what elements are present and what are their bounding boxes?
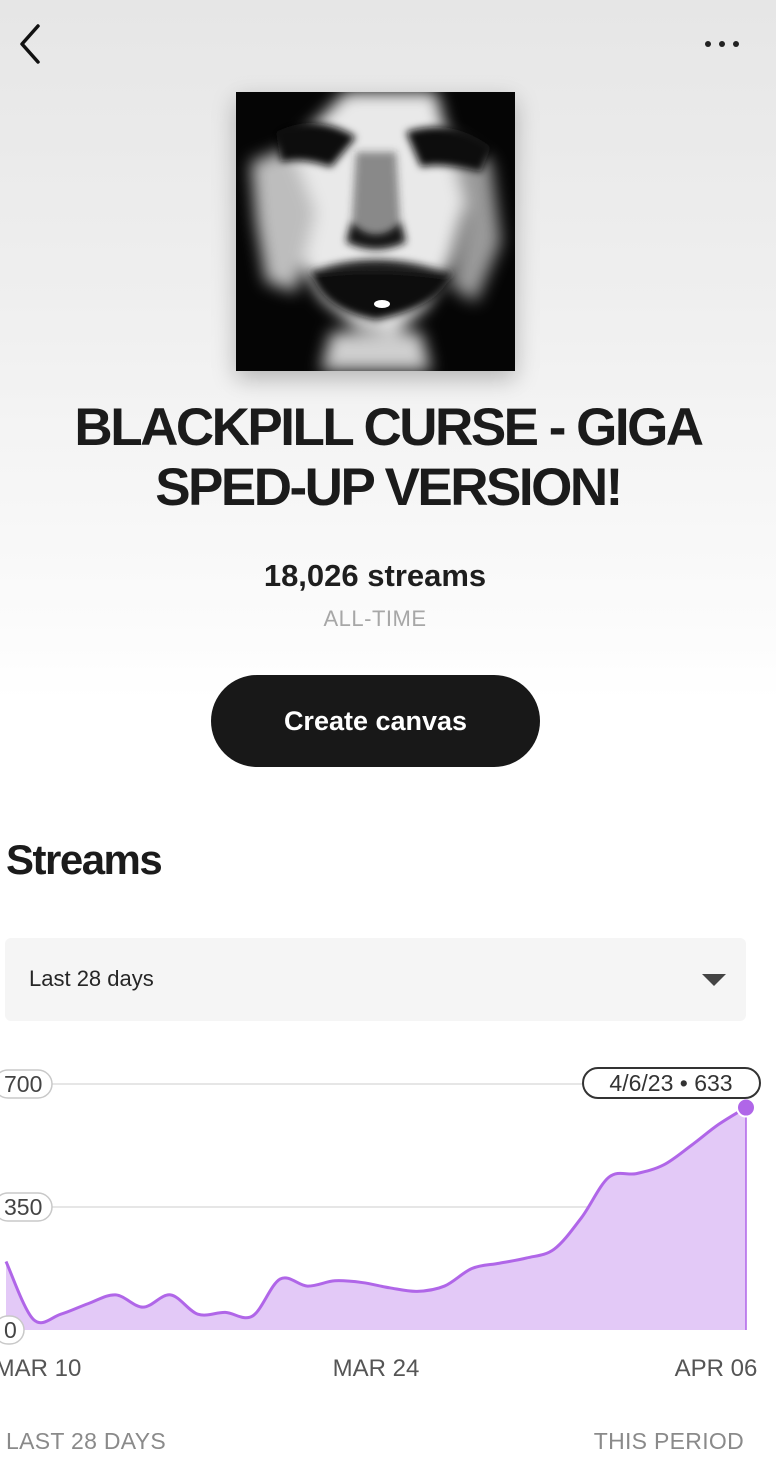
track-title: BLACKPILL CURSE - GIGA SPED-UP VERSION! bbox=[0, 398, 776, 518]
more-horizontal-icon bbox=[705, 41, 739, 47]
streams-area-fill bbox=[6, 1107, 746, 1330]
x-tick-label: APR 06 bbox=[675, 1355, 758, 1382]
track-title-line-2: SPED-UP VERSION! bbox=[155, 458, 623, 517]
y-tick-label: 700 bbox=[0, 1069, 53, 1099]
x-tick-label: MAR 24 bbox=[333, 1355, 420, 1382]
end-data-point bbox=[736, 1097, 756, 1118]
create-canvas-button[interactable]: Create canvas bbox=[211, 675, 540, 767]
track-title-line-1: BLACKPILL CURSE - GIGA bbox=[74, 398, 704, 457]
all-time-streams-count: 18,026 streams bbox=[263, 558, 487, 593]
album-art bbox=[236, 92, 515, 371]
svg-text:700: 700 bbox=[4, 1071, 42, 1097]
tooltip-label: 4/6/23 • 633 bbox=[582, 1067, 761, 1099]
chart-footer-right: THIS PERIOD bbox=[593, 1428, 744, 1454]
x-tick-label: MAR 10 bbox=[0, 1355, 81, 1382]
svg-text:4/6/23 • 633: 4/6/23 • 633 bbox=[609, 1070, 732, 1096]
chevron-left-icon bbox=[20, 24, 40, 64]
svg-text:350: 350 bbox=[4, 1194, 42, 1220]
svg-text:0: 0 bbox=[4, 1317, 17, 1343]
top-bar bbox=[0, 0, 776, 88]
date-range-selected-value: Last 28 days bbox=[29, 966, 154, 991]
date-range-select[interactable]: Last 28 days bbox=[5, 938, 746, 1021]
y-tick-label: 0 bbox=[0, 1315, 25, 1345]
streams-section-heading: Streams bbox=[6, 836, 163, 883]
caret-down-icon bbox=[702, 974, 726, 986]
more-options-button[interactable] bbox=[702, 34, 746, 54]
streams-chart: 700 350 0 MAR 10 MAR 24 APR 06 4/6/23 • 633 bbox=[0, 1067, 761, 1382]
y-tick-label: 350 bbox=[0, 1192, 53, 1222]
back-button[interactable] bbox=[14, 22, 50, 66]
all-time-caption: ALL-TIME bbox=[323, 606, 427, 631]
chart-footer-left: LAST 28 DAYS bbox=[6, 1428, 166, 1454]
